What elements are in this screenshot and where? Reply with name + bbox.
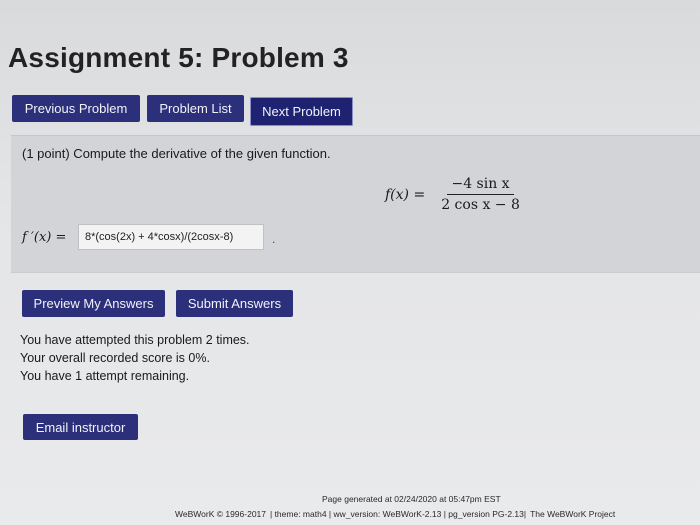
submit-answers-button[interactable]: Submit Answers (176, 290, 293, 317)
page-title: Assignment 5: Problem 3 (8, 42, 349, 73)
remaining-text: You have 1 attempt remaining. (20, 369, 190, 383)
footer-copyright[interactable]: WeBWorK © 1996-2017 (175, 509, 266, 519)
function-fraction: −4 sin x 2 cos x − 8 (437, 176, 524, 213)
attempt-status: You have attempted this problem 2 times.… (20, 331, 250, 385)
footer-theme-info: | theme: math4 | ww_version: WeBWorK-2.1… (270, 509, 527, 519)
function-lhs: f(x) = (385, 186, 426, 203)
score-text: Your overall recorded score is 0%. (20, 351, 210, 365)
footer-project-link[interactable]: The WeBWorK Project (530, 509, 615, 519)
problem-prompt: (1 point) Compute the derivative of the … (22, 146, 331, 161)
answer-trailing-period: . (272, 232, 276, 246)
previous-problem-button[interactable]: Previous Problem (12, 95, 140, 122)
footer-version-line: WeBWorK © 1996-2017 | theme: math4 | ww_v… (175, 509, 695, 523)
next-problem-button[interactable]: Next Problem (250, 97, 353, 126)
problem-list-button[interactable]: Problem List (147, 95, 244, 122)
fraction-numerator: −4 sin x (447, 176, 514, 195)
function-definition: f(x) = −4 sin x 2 cos x − 8 (385, 176, 524, 213)
email-instructor-button[interactable]: Email instructor (23, 414, 138, 440)
answer-input[interactable]: 8*(cos(2x) + 4*cosx)/(2cosx-8) (78, 224, 264, 250)
page: Assignment 5: Problem 3 Previous Problem… (0, 0, 700, 525)
answer-label: f ′(x) = (22, 230, 67, 245)
attempts-text: You have attempted this problem 2 times. (20, 333, 250, 347)
page-generated-text: Page generated at 02/24/2020 at 05:47pm … (322, 494, 501, 504)
fraction-denominator: 2 cos x − 8 (441, 197, 520, 213)
preview-answers-button[interactable]: Preview My Answers (22, 290, 165, 317)
